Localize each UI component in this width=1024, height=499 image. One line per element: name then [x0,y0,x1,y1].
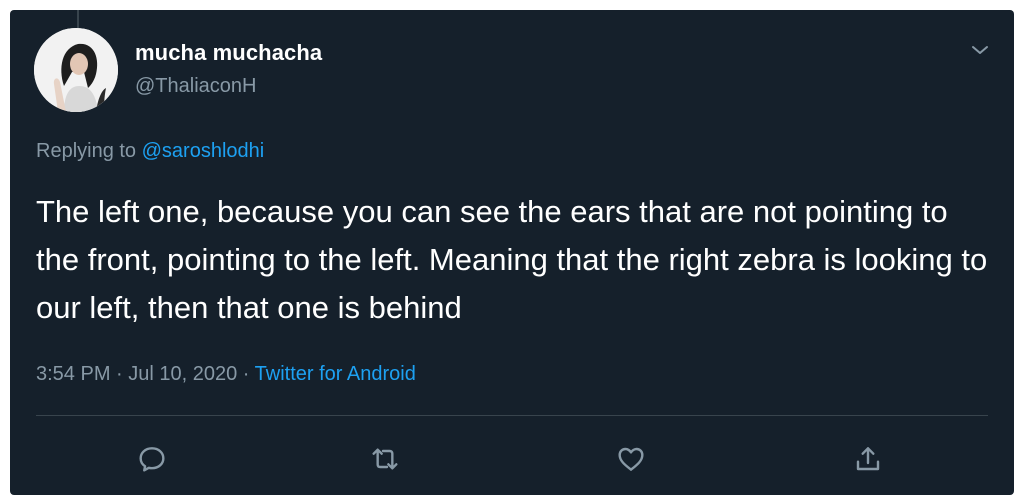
avatar[interactable] [34,28,118,112]
chevron-down-icon[interactable] [968,38,992,62]
thread-line [77,10,79,28]
retweet-icon[interactable] [369,443,401,475]
replying-prefix: Replying to [36,140,142,162]
divider [36,415,988,416]
meta-separator: · [237,363,255,385]
tweet-time[interactable]: 3:54 PM [36,363,110,385]
reply-icon[interactable] [136,443,168,475]
tweet-meta: 3:54 PM · Jul 10, 2020 · Twitter for And… [36,363,416,386]
share-icon[interactable] [852,443,884,475]
tweet-source-link[interactable]: Twitter for Android [255,363,416,385]
user-handle[interactable]: @ThaliaconH [135,75,256,98]
heart-icon[interactable] [615,443,647,475]
tweet-card: mucha muchacha @ThaliaconH Replying to @… [10,10,1014,495]
avatar-image [34,28,118,112]
display-name[interactable]: mucha muchacha [135,40,322,66]
replying-to: Replying to @saroshlodhi [36,140,264,163]
tweet-date[interactable]: Jul 10, 2020 [128,363,237,385]
tweet-text: The left one, because you can see the ea… [36,194,988,325]
meta-separator: · [110,363,129,385]
replying-to-link[interactable]: @saroshlodhi [142,140,265,162]
